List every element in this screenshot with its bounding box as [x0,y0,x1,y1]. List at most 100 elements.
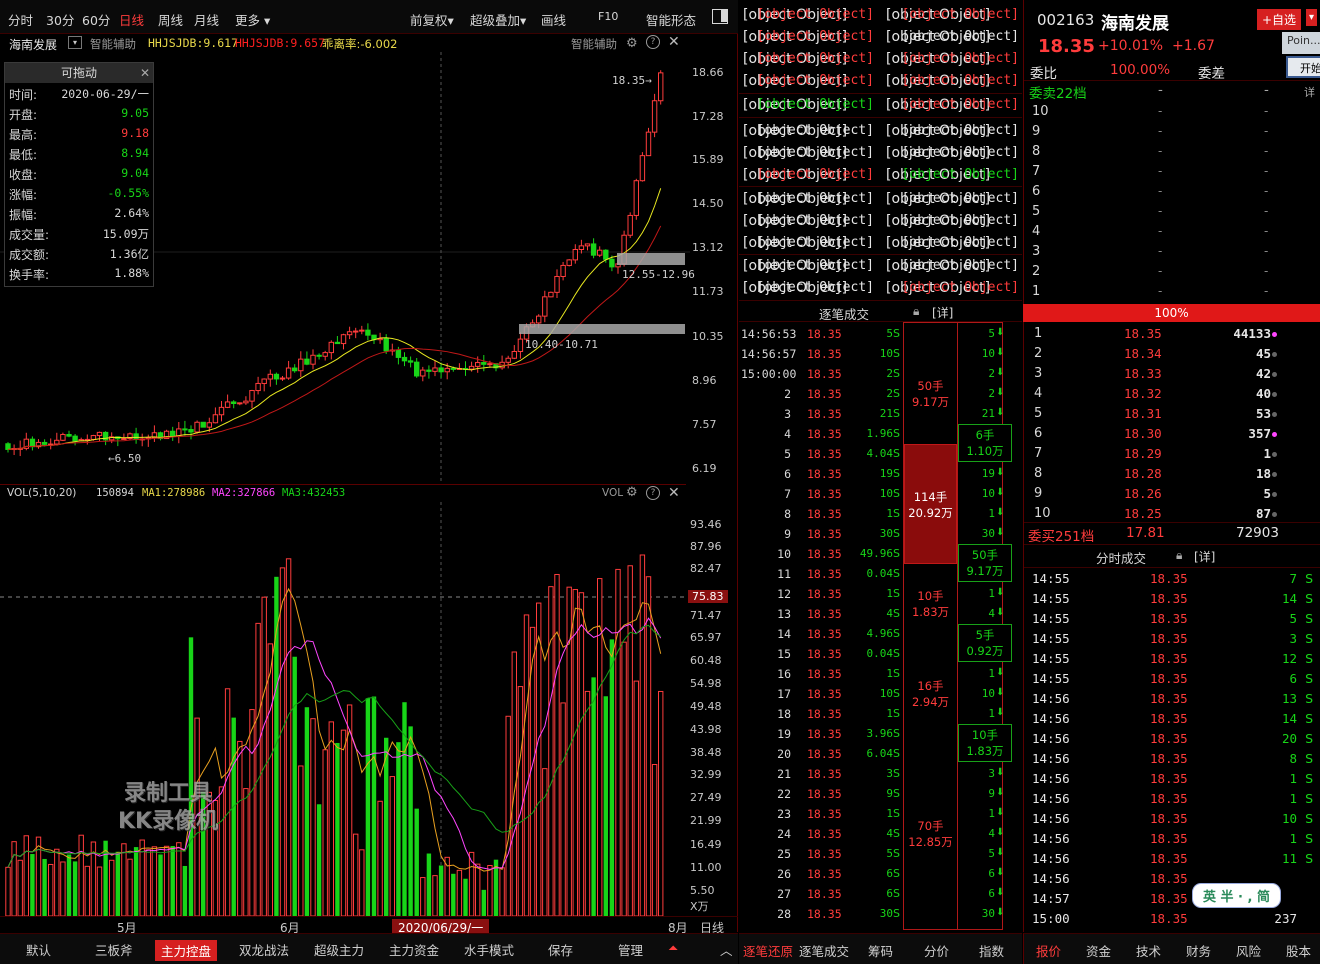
candle-body [609,258,615,268]
volume-svg[interactable] [0,502,690,916]
buy-row[interactable]: 10 18.25 87 [1024,506,1320,526]
tab-super-main[interactable]: 超级主力 [314,940,364,959]
sell-row[interactable]: 4 [1032,224,1040,239]
tab-share[interactable]: 股本 [1286,941,1311,960]
collapse-icon[interactable]: ︿ [720,940,733,959]
buy-row[interactable]: 9 18.26 5 [1024,486,1320,506]
tab-main-control[interactable]: 主力控盘 [155,940,218,961]
sell-row[interactable]: 10 [1032,104,1049,119]
trade-side: S [893,427,900,440]
buy-row[interactable]: 6 18.30 357 [1024,426,1320,446]
tab-quote[interactable]: 报价 [1036,941,1061,960]
tab-daily[interactable]: 日线 [119,10,144,29]
tab-price-dist[interactable]: 分价 [924,941,949,960]
candle-body [658,72,664,102]
minute-trade-row: 14:56 18.35 11 S [1032,851,1313,866]
buy-row[interactable]: 1 18.35 44133 [1024,326,1320,346]
trade-side: S [893,847,900,860]
buy-row[interactable]: 2 18.34 45 [1024,346,1320,366]
sell-row[interactable]: 1 [1032,284,1040,299]
assist-label-right[interactable]: 智能辅助 [571,36,617,52]
tab-sailor-mode[interactable]: 水手模式 [464,940,514,959]
sell-row[interactable]: 5 [1032,204,1040,219]
manage-button[interactable]: 管理 [618,940,643,959]
bar-info-panel[interactable]: 可拖动 ✕ 时间: 2020-06-29/一 开盘: 9.05 最高: 9.18 最低: 8.9… [4,62,154,287]
stock-name-label: 海南发展 [9,38,58,52]
detail-link[interactable]: [详] [1194,548,1215,565]
tick-trade-list[interactable]: 14:56:53 18.35 5 S 5 ⬇ 14:56:57 18.35 10 S 10 ⬇ 15:0… [739,322,1022,932]
info-panel-header[interactable]: 可拖动 ✕ [5,63,153,83]
tab-tech[interactable]: 技术 [1136,941,1161,960]
tab-weekly[interactable]: 周线 [158,10,183,29]
layout-toggle-icon[interactable] [712,9,728,24]
close-icon[interactable]: ✕ [140,63,150,83]
overlay-dropdown[interactable]: 超级叠加▾ [470,10,526,29]
assist-label[interactable]: 智能辅助 [90,36,136,52]
buy-row[interactable]: 7 18.29 1 [1024,446,1320,466]
minute-trade-row: 14:56 18.35 13 S [1032,691,1313,706]
info-label: 成交额: [9,248,50,262]
tab-fenshi[interactable]: 分时 [8,10,33,29]
candle-body [639,155,646,182]
kline-chart-area[interactable]: 分时 30分 60分 日线 周线 月线 更多 ▾ 前复权▾ 超级叠加▾ 画线 F… [0,0,738,936]
buy-row[interactable]: 4 18.32 40 [1024,386,1320,406]
tab-default[interactable]: 默认 [26,940,51,959]
add-watchlist-button[interactable]: +自选 [1257,9,1302,30]
tab-funds[interactable]: 资金 [1086,941,1111,960]
f10-button[interactable]: F10 [598,10,618,23]
popup-button-1[interactable]: Poin... [1282,32,1320,54]
sell-row[interactable]: 6 [1032,184,1040,199]
sell-row[interactable]: 7 [1032,164,1040,179]
dropdown-icon[interactable]: ▾ [68,36,82,49]
buy-row[interactable]: 3 18.33 42 [1024,366,1320,386]
trade-volume: 1 [886,667,893,680]
buy-row[interactable]: 5 18.31 53 [1024,406,1320,426]
tab-tick-restore[interactable]: 逐笔还原 [743,941,793,960]
tab-monthly[interactable]: 月线 [194,10,219,29]
ime-toolbar[interactable]: 英 半 · , 简 [1192,883,1281,908]
volume-bar [517,686,524,916]
sell-row[interactable]: 9 [1032,124,1040,139]
tab-finance[interactable]: 财务 [1186,941,1211,960]
sell-row[interactable]: 8 [1032,144,1040,159]
tab-risk[interactable]: 风险 [1236,941,1261,960]
trade-side: S [893,547,900,560]
gear-icon[interactable]: ⚙ [626,36,638,51]
volume-bar [584,690,591,916]
help-icon[interactable]: ? [646,486,660,500]
buy-row[interactable]: 8 18.28 18 [1024,466,1320,486]
trade-group-mid: 10手 1.83万 [911,589,950,619]
adjust-dropdown[interactable]: 前复权▾ [410,10,454,29]
info-value: -0.55% [107,186,149,200]
popup-button-2[interactable]: 开始 [1286,56,1320,78]
close-icon[interactable]: ✕ [668,485,680,501]
tab-tick-trade[interactable]: 逐笔成交 [799,941,849,960]
lock-icon[interactable]: 🔒︎ [1176,548,1182,563]
save-button[interactable]: 保存 [548,940,573,959]
tab-more[interactable]: 更多 ▾ [235,10,270,29]
gear-icon[interactable]: ⚙ [626,485,638,500]
scroll-up-icon[interactable]: ⏶ [668,940,678,956]
tab-60min[interactable]: 60分 [82,10,110,29]
help-icon[interactable]: ? [646,35,660,49]
tab-chips[interactable]: 筹码 [868,941,893,960]
watchlist-dropdown-icon[interactable]: ▾ [1306,9,1318,26]
tab-index[interactable]: 指数 [979,941,1004,960]
detail-link[interactable]: [详] [932,304,953,321]
volume-bar [340,729,347,916]
lock-icon[interactable]: 🔒︎ [913,304,919,319]
tab-double-dragon[interactable]: 双龙战法 [239,940,289,959]
trade-group-right: 5手 0.92万 [958,624,1012,662]
candle-body [353,330,359,333]
sell-row[interactable]: 2 [1032,264,1040,279]
price-tick: 18.66 [692,66,724,79]
tab-30min[interactable]: 30分 [46,10,74,29]
smart-pattern-button[interactable]: 智能形态 [646,10,696,29]
tab-main-funds[interactable]: 主力资金 [389,940,439,959]
price-tick: 6.19 [692,462,717,475]
candle-body [651,100,658,133]
close-icon[interactable]: ✕ [668,34,680,50]
sell-row[interactable]: 3 [1032,244,1040,259]
tab-sanbanfu[interactable]: 三板斧 [95,940,133,959]
draw-line-button[interactable]: 画线 [541,10,566,29]
